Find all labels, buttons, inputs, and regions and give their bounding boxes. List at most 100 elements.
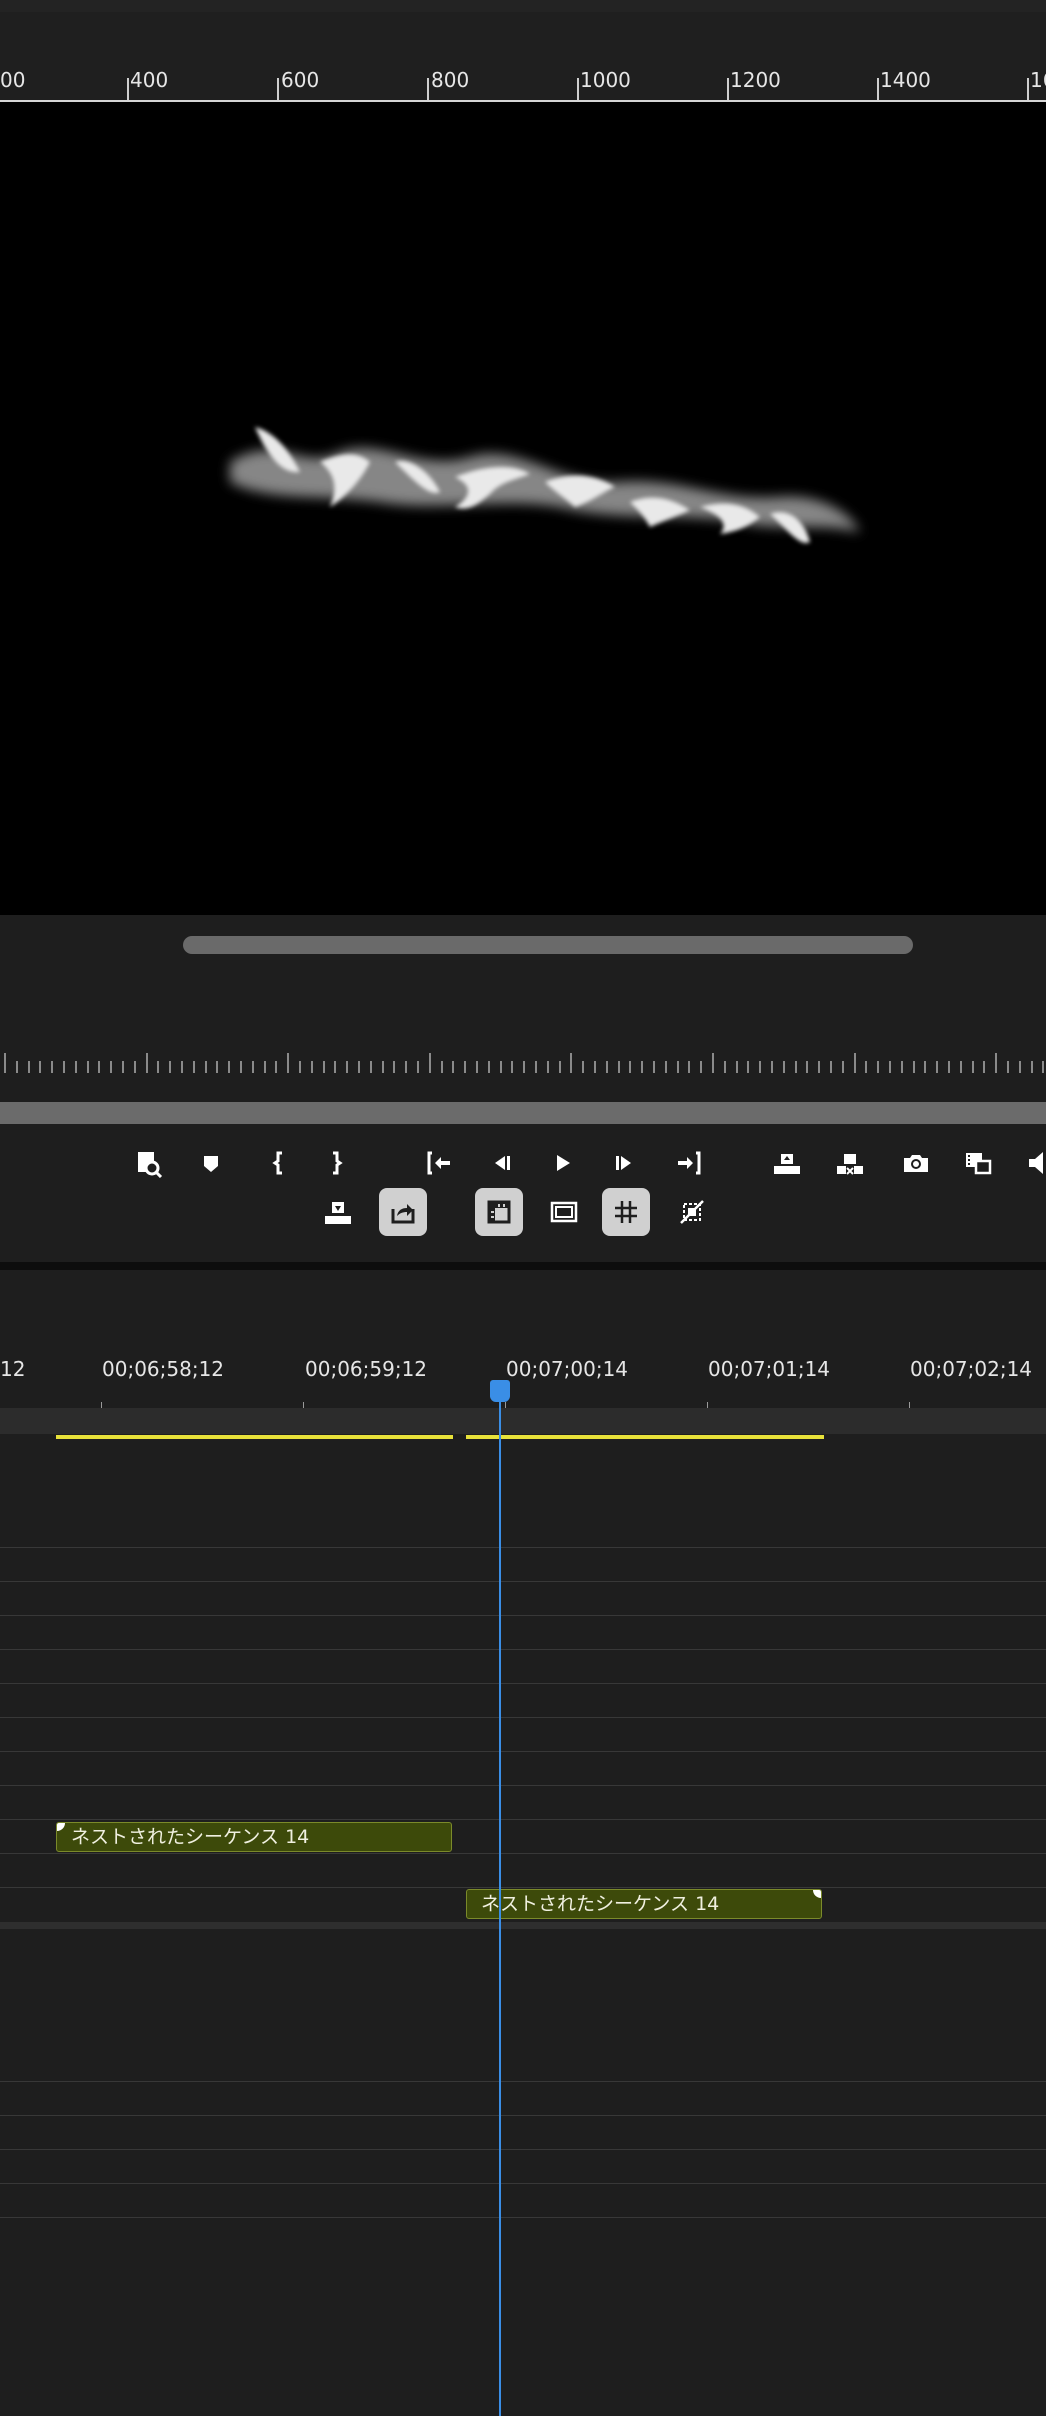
mini-ruler-tick [15,1061,18,1073]
track-separator [0,1547,1046,1548]
mini-ruler-tick [558,1061,561,1073]
mini-ruler-tick [287,1053,290,1073]
video-frame-smoke-text [230,427,860,543]
mini-ruler-tick [830,1061,832,1073]
track-separator [0,2115,1046,2116]
program-monitor[interactable] [0,102,1046,915]
grid-icon [615,1201,637,1223]
mini-ruler-tick [145,1053,148,1073]
mini-ruler-tick [794,1061,797,1073]
mini-ruler-tick [181,1061,183,1073]
mini-ruler-tick [641,1061,644,1073]
monitor-scrub-bar[interactable] [0,1102,1046,1124]
play-button[interactable] [542,1143,582,1183]
step-forward-icon [616,1156,631,1170]
step-back-icon [495,1156,510,1170]
mini-ruler-tick [275,1061,278,1073]
go-to-in-button[interactable] [418,1143,458,1183]
extract-button[interactable] [830,1143,870,1183]
volume-button[interactable] [1020,1143,1046,1183]
mini-ruler-tick [889,1061,891,1073]
proxy-toggle-button[interactable] [672,1192,712,1232]
mini-ruler-tick [452,1061,455,1073]
lift-button[interactable] [767,1143,807,1183]
ruler-label: 400 [130,68,169,92]
step-forward-button[interactable] [605,1143,645,1183]
monitor-horizontal-scrollbar[interactable] [183,936,913,954]
mini-ruler-tick [251,1061,254,1073]
mini-ruler-tick [476,1061,478,1073]
mini-ruler-tick [936,1061,939,1073]
timecode-label: 12 [0,1357,26,1381]
mini-ruler-tick [464,1061,467,1073]
mini-ruler-tick [771,1061,773,1073]
track-separator [0,2149,1046,2150]
mini-ruler-tick [959,1061,962,1073]
mini-ruler-tick [688,1061,691,1073]
safe-margins-button[interactable] [475,1188,523,1236]
monitor-time-ruler[interactable] [0,1045,1046,1073]
comparison-view-icon [966,1153,992,1175]
mini-ruler-tick [853,1053,856,1073]
safe-margins-icon [487,1200,511,1224]
render-status-bar [466,1435,824,1439]
mini-ruler-tick [676,1061,679,1073]
timecode-label: 00;06;58;12 [102,1357,225,1381]
export-button[interactable] [379,1188,427,1236]
track-separator [0,1751,1046,1752]
mini-ruler-tick [192,1061,195,1073]
mini-ruler-tick [653,1061,655,1073]
export-frame-button[interactable] [896,1143,936,1183]
add-marker-button[interactable] [191,1143,231,1183]
mini-ruler-tick [877,1061,880,1073]
step-back-button[interactable] [481,1143,521,1183]
mini-ruler-tick [546,1061,549,1073]
mini-ruler-tick [122,1061,124,1073]
grid-button[interactable] [602,1188,650,1236]
mini-ruler-tick [865,1061,868,1073]
ruler-label: 00 [0,68,26,92]
clip-label: ネストされたシーケンス 14 [481,1893,720,1915]
mini-ruler-tick [322,1061,325,1073]
mark-in-button[interactable] [259,1143,299,1183]
lift-icon [774,1154,800,1174]
timeline-clip[interactable]: ネストされたシーケンス 14 [466,1889,822,1919]
camera-icon [904,1155,928,1172]
track-separator [0,1683,1046,1684]
playhead-line[interactable] [499,1396,501,2416]
track-separator [0,1887,1046,1888]
mini-ruler-tick [263,1061,266,1073]
mini-ruler-tick [1007,1061,1009,1073]
clip-keyframe-marker [57,1823,65,1831]
mini-ruler-tick [334,1061,337,1073]
mini-ruler-tick [310,1061,313,1073]
mini-ruler-tick [133,1061,136,1073]
export-frame-search-button[interactable] [128,1143,168,1183]
panel-divider[interactable] [0,1262,1046,1270]
go-to-out-button[interactable] [670,1143,710,1183]
track-separator [0,1819,1046,1820]
mini-ruler-tick [570,1053,573,1073]
comparison-view-button[interactable] [958,1143,998,1183]
mini-ruler-tick [369,1061,372,1073]
mini-ruler-tick [535,1061,537,1073]
ruler-label: 1200 [730,68,781,92]
mark-out-button[interactable] [316,1143,356,1183]
volume-icon [1029,1152,1043,1174]
timeline-clip[interactable]: ネストされたシーケンス 14 [56,1822,452,1852]
mini-ruler-tick [4,1053,6,1073]
frame-button[interactable] [544,1192,584,1232]
work-area-bar[interactable] [0,1408,1046,1434]
mini-ruler-tick [1018,1061,1021,1073]
go-to-out-icon [678,1151,701,1175]
ruler-label: 800 [431,68,470,92]
insert-button[interactable] [318,1192,358,1232]
mini-ruler-tick [700,1061,703,1073]
proxy-toggle-icon [680,1200,704,1224]
monitor-pixel-ruler: 00 400 600 800 1000 1200 1400 16 [0,12,1046,112]
mini-ruler-tick [995,1053,998,1073]
mini-ruler-tick [487,1061,490,1073]
video-audio-divider[interactable] [0,1922,1046,1929]
playhead-handle[interactable] [490,1380,510,1402]
mini-ruler-tick [157,1061,160,1073]
